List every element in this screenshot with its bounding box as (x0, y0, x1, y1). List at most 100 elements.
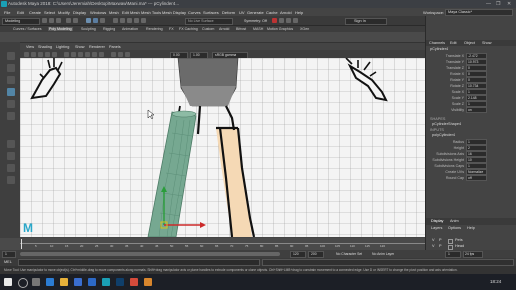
current-frame-field[interactable]: 1 (445, 251, 461, 258)
menu-deform[interactable]: Deform (222, 10, 235, 15)
menu-mesh-display[interactable]: Mesh Display (162, 10, 186, 15)
layer-visibility-toggle[interactable]: V (432, 244, 435, 248)
windows-start-icon[interactable] (4, 278, 12, 286)
task-view-icon[interactable] (32, 278, 40, 286)
menu-mesh-tools[interactable]: Mesh Tools (141, 10, 161, 15)
undo-icon[interactable] (66, 18, 71, 23)
anim-layer-label[interactable]: No Anim Layer (372, 252, 394, 256)
command-language-label[interactable]: MEL (4, 260, 12, 264)
menu-set-dropdown[interactable]: Modeling (2, 17, 40, 25)
mail-icon[interactable] (88, 278, 96, 286)
viewport-persp[interactable]: M (20, 58, 425, 237)
explorer-icon[interactable] (60, 278, 68, 286)
tab-sculpting[interactable]: Sculpting (80, 27, 97, 31)
snap-curve-icon[interactable] (120, 18, 125, 23)
xray-icon[interactable] (111, 51, 116, 57)
fps-dropdown[interactable]: 24 fps (463, 251, 483, 258)
wireframe-icon[interactable] (64, 51, 69, 57)
layer-playback-toggle[interactable]: P (439, 238, 442, 242)
show-menu[interactable]: Show (482, 41, 492, 45)
menu-display[interactable]: Display (73, 10, 86, 15)
maya-icon[interactable] (102, 278, 110, 286)
new-scene-icon[interactable] (42, 18, 47, 23)
bookmark-icon[interactable] (38, 51, 43, 57)
live-surface-field[interactable]: No Live Surface (185, 17, 233, 25)
visibility-field[interactable]: on (466, 107, 487, 113)
scale-tool-icon[interactable] (7, 112, 15, 120)
tab-fx-caching[interactable]: FX Caching (178, 27, 199, 31)
tab-animation[interactable]: Animation (121, 27, 139, 31)
panel-menu-show[interactable]: Show (75, 45, 85, 49)
input-name[interactable]: polyCylinder4 (432, 133, 455, 137)
end-time-field[interactable]: 120 (290, 251, 306, 258)
sign-in-button[interactable]: Sign In (345, 17, 387, 25)
maximize-button[interactable]: ❐ (496, 1, 500, 7)
menu-file[interactable]: File (4, 10, 10, 15)
tab-custom[interactable]: Custom (201, 27, 215, 31)
camera-attributes-icon[interactable] (31, 51, 36, 57)
four-pane-icon[interactable] (7, 152, 15, 160)
layer-row[interactable]: V P Pets (428, 238, 515, 244)
single-pane-icon[interactable] (7, 140, 15, 148)
torso-mesh[interactable] (177, 58, 239, 107)
menu-help[interactable]: Help (295, 10, 303, 15)
menu-windows[interactable]: Windows (90, 10, 106, 15)
graph-layout-icon[interactable] (7, 176, 15, 184)
tab-xgen[interactable]: XGen (299, 27, 310, 31)
tab-mash[interactable]: MASH (252, 27, 264, 31)
search-icon[interactable] (18, 278, 28, 288)
save-scene-icon[interactable] (56, 18, 61, 23)
menu-select[interactable]: Select (44, 10, 55, 15)
shadows-icon[interactable] (99, 51, 104, 57)
textured-icon[interactable] (85, 51, 90, 57)
move-tool-icon[interactable] (7, 88, 15, 96)
select-tool-icon[interactable] (7, 52, 15, 60)
menu-arnold[interactable]: Arnold (280, 10, 292, 15)
tab-rendering[interactable]: Rendering (145, 27, 164, 31)
grid-toggle-icon[interactable] (52, 51, 57, 57)
command-input[interactable] (18, 259, 260, 266)
tab-display-layers[interactable]: Display (431, 219, 443, 223)
smooth-shade-icon[interactable] (71, 51, 76, 57)
menu-edit-mesh[interactable]: Edit Mesh (122, 10, 140, 15)
select-hierarchy-icon[interactable] (86, 18, 91, 23)
rotate-tool-icon[interactable] (7, 100, 15, 108)
panel-menu-shading[interactable]: Shading (38, 45, 52, 49)
menu-edit[interactable]: Edit (17, 10, 24, 15)
menu-create[interactable]: Create (29, 10, 41, 15)
select-object-icon[interactable] (93, 18, 98, 23)
round-cap-field[interactable]: off (466, 175, 487, 181)
edit-menu[interactable]: Edit (450, 41, 457, 45)
layer-name[interactable]: Head (455, 244, 464, 248)
isolate-select-icon[interactable] (125, 51, 130, 57)
select-component-icon[interactable] (100, 18, 105, 23)
render-icon[interactable] (272, 18, 277, 23)
range-slider-bar[interactable] (20, 252, 280, 256)
menu-cache[interactable]: Cache (266, 10, 278, 15)
redo-icon[interactable] (73, 18, 78, 23)
hypershade-icon[interactable] (293, 18, 298, 23)
menu-curves[interactable]: Curves (188, 10, 201, 15)
chrome-icon[interactable] (130, 278, 138, 286)
tab-anim-layers[interactable]: Anim (450, 219, 459, 223)
menu-modify[interactable]: Modify (58, 10, 70, 15)
tab-motion-graphics[interactable]: Motion Graphics (266, 27, 294, 31)
store-icon[interactable] (74, 278, 82, 286)
layers-menu[interactable]: Layers (431, 226, 442, 230)
menu-mesh[interactable]: Mesh (109, 10, 119, 15)
lights-icon[interactable] (92, 51, 97, 57)
panel-menu-lighting[interactable]: Lighting (56, 45, 69, 49)
outliner-layout-icon[interactable] (7, 164, 15, 172)
layer-playback-toggle[interactable]: P (439, 244, 442, 248)
workspace-dropdown[interactable]: Maya Classic* (445, 9, 513, 16)
symmetry-label[interactable]: Symmetry: Off (244, 19, 267, 23)
minimize-button[interactable]: — (486, 1, 491, 7)
image-plane-icon[interactable] (45, 51, 50, 57)
ipr-render-icon[interactable] (279, 18, 284, 23)
current-time-indicator[interactable] (21, 239, 23, 249)
close-button[interactable]: ✕ (507, 1, 511, 7)
range-end-field[interactable]: 200 (308, 251, 324, 258)
tab-arnold[interactable]: Arnold (218, 27, 230, 31)
tab-poly-modeling[interactable]: Poly Modeling (48, 26, 73, 31)
clock[interactable]: 18:24 (490, 279, 501, 284)
